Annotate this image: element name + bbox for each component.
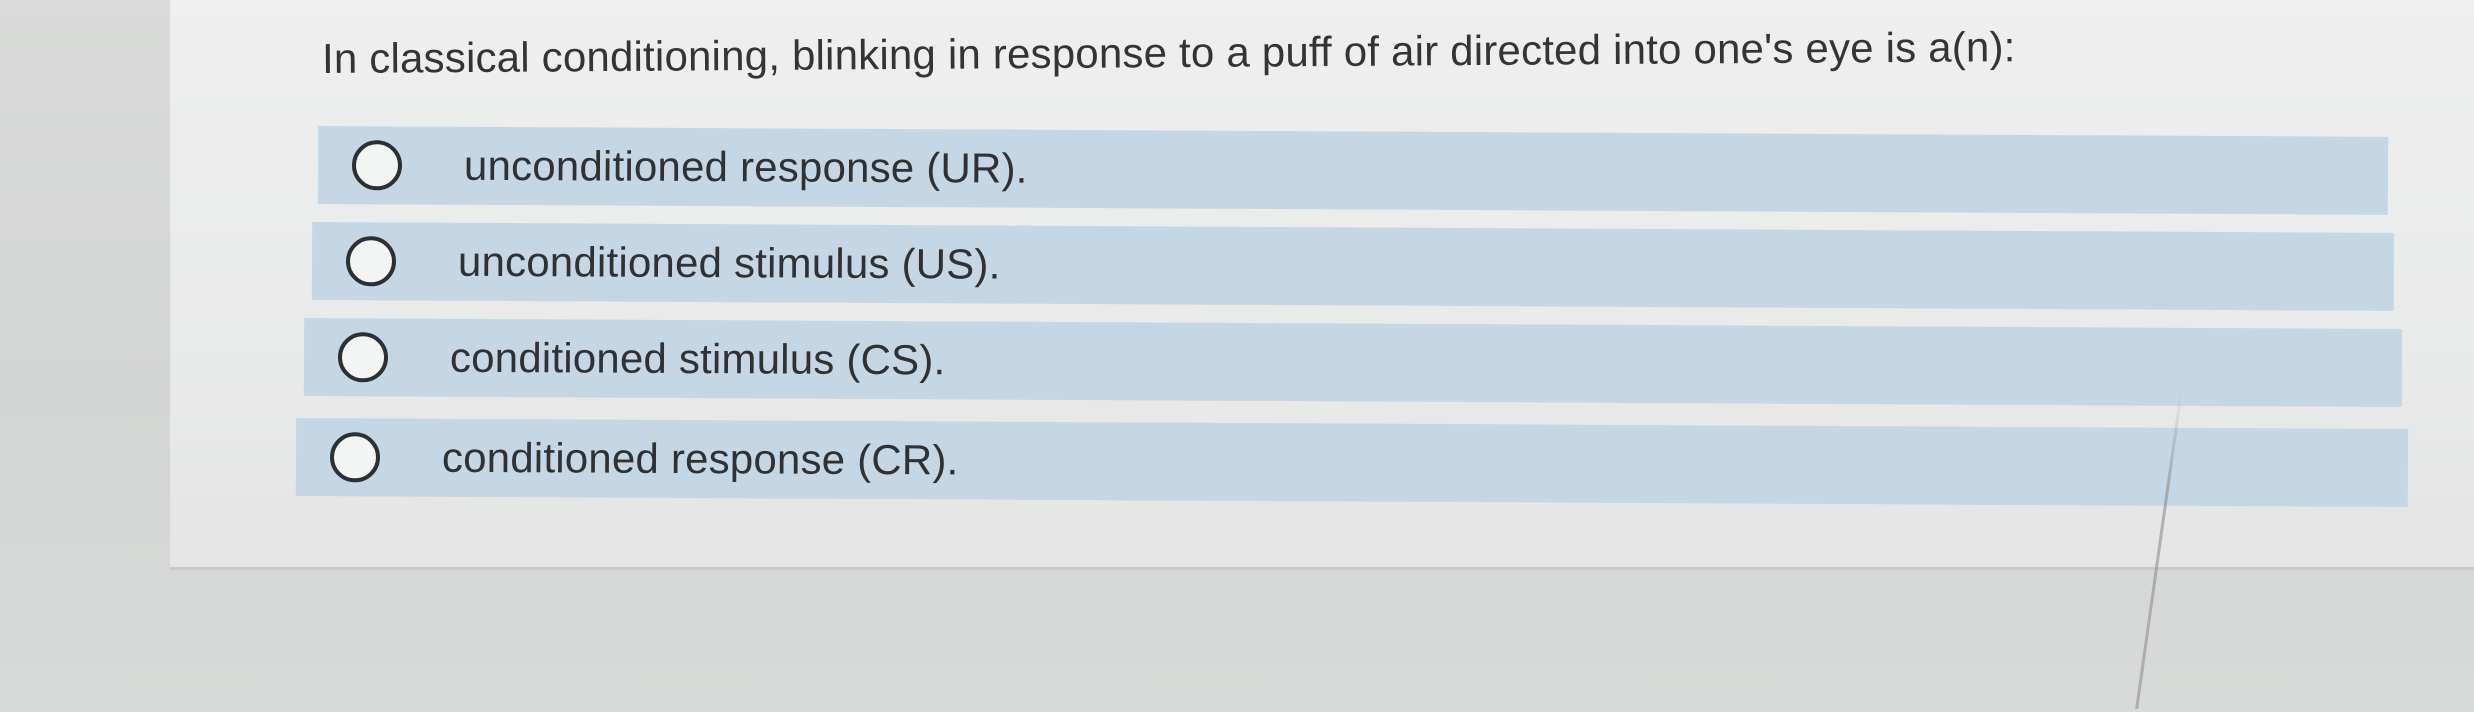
- option-conditioned-response[interactable]: conditioned response (CR).: [295, 418, 2409, 508]
- radio-button-icon[interactable]: [345, 236, 397, 287]
- option-conditioned-stimulus[interactable]: conditioned stimulus (CS).: [303, 318, 2403, 407]
- option-label: conditioned stimulus (CS).: [449, 333, 946, 384]
- radio-button-icon[interactable]: [351, 140, 403, 191]
- option-label: unconditioned response (UR).: [463, 141, 1028, 192]
- radio-button-icon[interactable]: [329, 432, 381, 483]
- option-label: conditioned response (CR).: [441, 433, 959, 484]
- answer-options: unconditioned response (UR). uncondition…: [0, 0, 2474, 712]
- radio-button-icon[interactable]: [337, 332, 389, 383]
- option-label: unconditioned stimulus (US).: [457, 237, 1001, 288]
- option-unconditioned-response[interactable]: unconditioned response (UR).: [317, 126, 2389, 215]
- option-unconditioned-stimulus[interactable]: unconditioned stimulus (US).: [311, 222, 2395, 311]
